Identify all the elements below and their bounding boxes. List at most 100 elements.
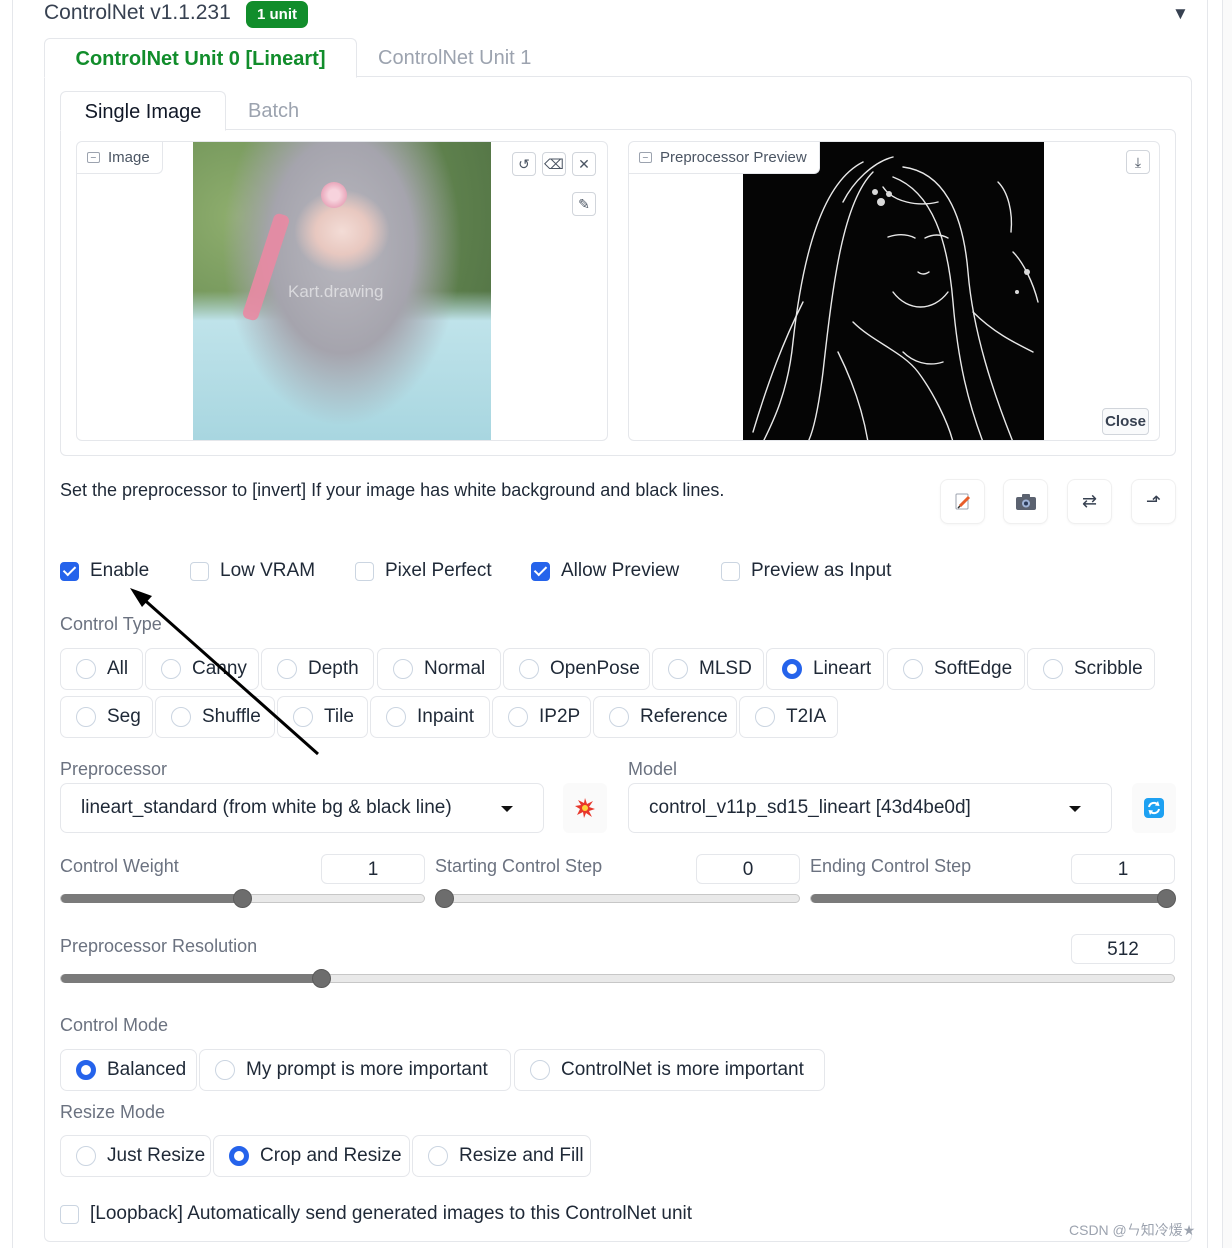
- ending-step-slider[interactable]: [810, 894, 1175, 903]
- starting-step-input[interactable]: 0: [696, 854, 800, 884]
- radio-button[interactable]: [428, 1146, 448, 1166]
- resolution-slider[interactable]: [60, 974, 1175, 983]
- radio-button[interactable]: [530, 1060, 550, 1080]
- radio-button[interactable]: [508, 707, 528, 727]
- radio-button[interactable]: [755, 707, 775, 727]
- control-type-option[interactable]: Scribble: [1027, 648, 1155, 690]
- radio-button[interactable]: [161, 659, 181, 679]
- scrollbar-strip[interactable]: [1222, 0, 1232, 1248]
- allow-preview-checkbox[interactable]: Allow Preview: [531, 558, 679, 584]
- radio-button[interactable]: [76, 659, 96, 679]
- tab-controlnet-unit-0[interactable]: ControlNet Unit 0 [Lineart]: [44, 38, 357, 78]
- preview-as-input-checkbox-box[interactable]: [721, 561, 740, 581]
- control-type-option[interactable]: Seg: [60, 696, 153, 738]
- control-type-option[interactable]: Inpaint: [370, 696, 490, 738]
- radio-button[interactable]: [76, 1146, 96, 1166]
- resolution-input[interactable]: 512: [1071, 934, 1175, 964]
- radio-button[interactable]: [668, 659, 688, 679]
- radio-button[interactable]: [393, 659, 413, 679]
- image-input-panel[interactable]: Image Kart.drawing: [76, 141, 608, 441]
- enable-label: Enable: [90, 560, 150, 581]
- radio-button[interactable]: [1043, 659, 1063, 679]
- edit-note-icon[interactable]: [940, 479, 985, 524]
- enable-checkbox[interactable]: Enable: [60, 558, 149, 584]
- loopback-checkbox-box[interactable]: [60, 1204, 79, 1224]
- brush-icon[interactable]: ✎: [572, 192, 596, 216]
- option-label: IP2P: [539, 706, 581, 727]
- radio-button[interactable]: [386, 707, 406, 727]
- control-type-option[interactable]: SoftEdge: [887, 648, 1025, 690]
- control-mode-option[interactable]: My prompt is more important: [199, 1049, 511, 1091]
- send-up-icon[interactable]: ⬏: [1131, 479, 1176, 524]
- preprocessor-value: lineart_standard (from white bg & black …: [81, 797, 452, 818]
- control-type-option[interactable]: Lineart: [766, 648, 884, 690]
- ending-step-thumb[interactable]: [1156, 889, 1176, 908]
- starting-step-thumb[interactable]: [434, 889, 454, 908]
- control-type-option[interactable]: OpenPose: [503, 648, 650, 690]
- undo-icon[interactable]: ↺: [512, 152, 536, 176]
- allow-preview-label: Allow Preview: [561, 560, 680, 581]
- model-dropdown[interactable]: control_v11p_sd15_lineart [43d4be0d]: [628, 783, 1112, 833]
- preprocessor-dropdown[interactable]: lineart_standard (from white bg & black …: [60, 783, 544, 833]
- radio-button[interactable]: [76, 1060, 96, 1080]
- preview-as-input-checkbox[interactable]: Preview as Input: [721, 558, 891, 584]
- close-icon[interactable]: ✕: [572, 152, 596, 176]
- pixel-perfect-checkbox[interactable]: Pixel Perfect: [355, 558, 492, 584]
- resize-mode-option[interactable]: Just Resize: [60, 1135, 211, 1177]
- low-vram-checkbox-box[interactable]: [190, 561, 209, 581]
- model-label: Model: [628, 759, 678, 779]
- control-type-option[interactable]: IP2P: [492, 696, 591, 738]
- credit-watermark: CSDN @ㄣ知冷煖★: [1069, 1222, 1196, 1238]
- radio-button[interactable]: [229, 1146, 249, 1166]
- radio-button[interactable]: [76, 707, 96, 727]
- radio-button[interactable]: [519, 659, 539, 679]
- hair-ribbon: [241, 212, 291, 322]
- run-preprocessor-button[interactable]: [563, 783, 607, 833]
- triangle-down-icon[interactable]: ▼: [1172, 4, 1189, 24]
- chevron-down-icon: [501, 806, 513, 812]
- control-mode-option[interactable]: Balanced: [60, 1049, 197, 1091]
- enable-checkbox-box[interactable]: [60, 561, 79, 581]
- control-weight-input[interactable]: 1: [321, 854, 425, 884]
- close-preview-button[interactable]: Close: [1102, 408, 1149, 435]
- control-mode-option[interactable]: ControlNet is more important: [514, 1049, 825, 1091]
- download-icon[interactable]: ⤓: [1126, 150, 1150, 174]
- control-type-option[interactable]: Shuffle: [155, 696, 275, 738]
- resolution-thumb[interactable]: [311, 969, 331, 988]
- radio-button[interactable]: [277, 659, 297, 679]
- low-vram-checkbox[interactable]: Low VRAM: [190, 558, 315, 584]
- control-type-option[interactable]: T2IA: [739, 696, 838, 738]
- radio-button[interactable]: [903, 659, 923, 679]
- refresh-models-button[interactable]: [1132, 783, 1176, 833]
- radio-button[interactable]: [609, 707, 629, 727]
- radio-button[interactable]: [215, 1060, 235, 1080]
- control-type-option[interactable]: Reference: [593, 696, 737, 738]
- option-label: Normal: [424, 658, 486, 679]
- option-label: Resize and Fill: [459, 1145, 584, 1166]
- pixel-perfect-checkbox-box[interactable]: [355, 561, 374, 581]
- tab-controlnet-unit-1[interactable]: ControlNet Unit 1: [378, 38, 531, 78]
- control-weight-thumb[interactable]: [233, 889, 252, 908]
- radio-button[interactable]: [782, 659, 802, 679]
- allow-preview-checkbox-box[interactable]: [531, 561, 550, 581]
- resize-mode-option[interactable]: Resize and Fill: [412, 1135, 591, 1177]
- swap-icon[interactable]: ⇄: [1067, 479, 1112, 524]
- tab-batch[interactable]: Batch: [248, 91, 299, 131]
- camera-icon[interactable]: [1003, 479, 1048, 524]
- control-type-option[interactable]: Depth: [261, 648, 374, 690]
- radio-button[interactable]: [293, 707, 313, 727]
- starting-step-slider[interactable]: [435, 894, 800, 903]
- control-type-option[interactable]: Canny: [145, 648, 259, 690]
- control-type-option[interactable]: Tile: [277, 696, 368, 738]
- control-type-option[interactable]: All: [60, 648, 143, 690]
- resize-mode-option[interactable]: Crop and Resize: [213, 1135, 410, 1177]
- control-type-option[interactable]: MLSD: [652, 648, 764, 690]
- accordion-title[interactable]: ControlNet v1.1.231: [44, 1, 231, 25]
- ending-step-input[interactable]: 1: [1071, 854, 1175, 884]
- control-type-option[interactable]: Normal: [377, 648, 501, 690]
- tab-single-image[interactable]: Single Image: [60, 91, 226, 131]
- radio-button[interactable]: [171, 707, 191, 727]
- loopback-checkbox[interactable]: [Loopback] Automatically send generated …: [60, 1201, 692, 1227]
- low-vram-label: Low VRAM: [220, 560, 316, 581]
- eraser-icon[interactable]: ⌫: [542, 152, 566, 176]
